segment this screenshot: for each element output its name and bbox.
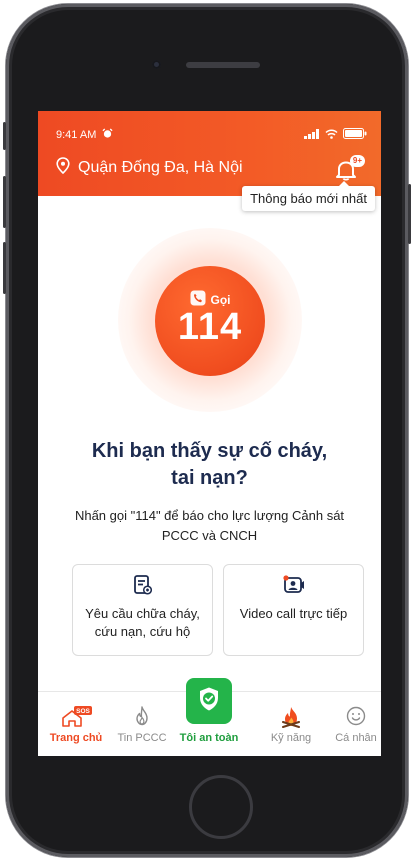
shield-check-icon [197, 686, 221, 717]
nav-label-profile: Cá nhân [335, 732, 377, 744]
wifi-icon [325, 129, 338, 142]
nav-label-home: Trang chủ [49, 732, 103, 744]
call-label: Gọi [210, 292, 231, 307]
nav-item-news[interactable]: Tin PCCC [108, 692, 176, 756]
front-camera [152, 60, 161, 69]
bottom-nav: SOS Trang chủ Tin PCCC Tôi an toàn Kỹ nă… [38, 678, 381, 756]
notification-badge: 9+ [349, 155, 365, 167]
alarm-icon [102, 128, 113, 142]
svg-text:SOS: SOS [76, 708, 90, 715]
safe-button[interactable] [186, 678, 232, 724]
request-form-icon [133, 575, 152, 597]
emergency-description: Nhấn gọi "114" để báo cho lực lượng Cảnh… [74, 508, 345, 543]
request-rescue-card[interactable]: Yêu cầu chữa cháy, cứu nạn, cứu hộ [72, 564, 213, 656]
nav-item-skills[interactable]: Kỹ năng [257, 692, 325, 756]
mute-switch [3, 122, 6, 150]
volume-down-button [3, 242, 6, 294]
emergency-question: Khi bạn thấy sự cố cháy, tai nạn? [91, 440, 328, 489]
request-rescue-label: Yêu cầu chữa cháy, cứu nạn, cứu hộ [85, 606, 200, 639]
location-label: Quận Đống Đa, Hà Nội [78, 159, 243, 176]
nav-item-home[interactable]: SOS Trang chủ [42, 692, 110, 756]
status-bar: 9:41 AM [56, 127, 367, 143]
home-button[interactable] [189, 775, 253, 839]
video-call-card[interactable]: Video call trực tiếp [223, 564, 364, 656]
app-screen: 9:41 AM Quận Đống Đa, Hà Nội 9+ Thông bá… [38, 111, 381, 756]
battery-icon [343, 128, 367, 142]
video-call-icon [282, 575, 305, 597]
fire-skill-icon [280, 706, 302, 733]
volume-up-button [3, 176, 6, 228]
nav-label-safe: Tôi an toàn [179, 732, 239, 744]
app-header: 9:41 AM Quận Đống Đa, Hà Nội 9+ [38, 111, 381, 196]
call-114-button[interactable]: Gọi 114 [155, 266, 265, 376]
nav-item-safe[interactable]: Tôi an toàn [175, 678, 243, 756]
home-sos-icon: SOS [59, 706, 93, 733]
location-selector[interactable]: Quận Đống Đa, Hà Nội [56, 157, 243, 179]
smile-icon [346, 706, 366, 731]
signal-icon [304, 128, 320, 142]
location-pin-icon [56, 157, 78, 179]
video-call-label: Video call trực tiếp [239, 606, 348, 621]
nav-label-skills: Kỹ năng [270, 732, 312, 744]
earpiece-speaker [186, 62, 260, 68]
nav-item-profile[interactable]: Cá nhân [322, 692, 381, 756]
fire-icon [133, 706, 151, 731]
notification-button[interactable]: 9+ [333, 155, 365, 183]
call-number: 114 [177, 306, 243, 348]
notification-tooltip: Thông báo mới nhất [242, 181, 375, 211]
status-time: 9:41 AM [56, 129, 97, 141]
power-button [408, 184, 411, 244]
nav-label-news: Tin PCCC [117, 732, 167, 744]
